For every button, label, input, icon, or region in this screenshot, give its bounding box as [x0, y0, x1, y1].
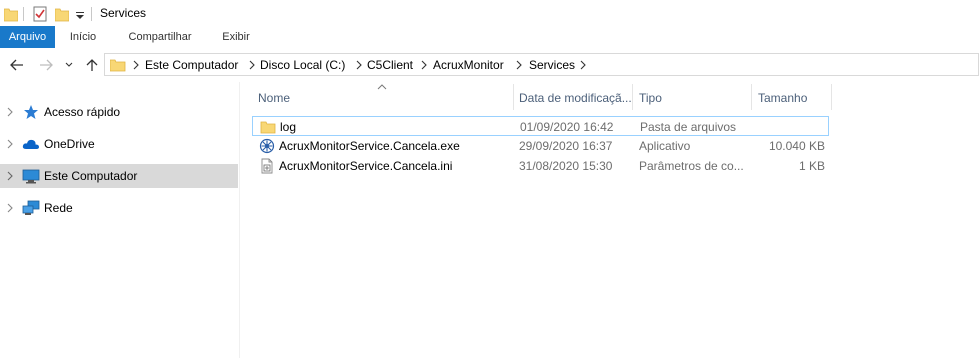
chevron-right-icon[interactable] — [247, 58, 257, 72]
file-type: Parâmetros de co... — [639, 159, 744, 173]
chevron-right-icon[interactable] — [131, 58, 141, 72]
up-arrow-icon[interactable] — [84, 57, 100, 73]
chevron-right-icon[interactable] — [354, 58, 364, 72]
file-size: 10.040 KB — [768, 139, 825, 153]
ini-file-icon — [261, 158, 273, 174]
nav-item-label: Este Computador — [44, 169, 138, 183]
file-date: 29/09/2020 16:37 — [519, 139, 613, 153]
column-divider[interactable] — [831, 84, 832, 110]
breadcrumb-acruxmonitor[interactable]: AcruxMonitor — [433, 58, 504, 72]
tab-exibir[interactable]: Exibir — [214, 26, 258, 48]
cloud-icon — [22, 139, 39, 149]
breadcrumb-este-computador[interactable]: Este Computador — [145, 58, 238, 72]
expand-chevron-icon[interactable] — [5, 202, 15, 214]
file-date: 31/08/2020 15:30 — [519, 159, 613, 173]
column-header-size[interactable]: Tamanho — [752, 86, 832, 110]
computer-icon — [22, 169, 40, 184]
tab-arquivo[interactable]: Arquivo — [0, 26, 55, 48]
separator — [23, 7, 24, 21]
separator — [91, 7, 92, 21]
ribbon-tabs: Arquivo Início Compartilhar Exibir — [0, 26, 979, 49]
nav-item-label: Acesso rápido — [44, 105, 121, 119]
breadcrumb-services[interactable]: Services — [529, 58, 575, 72]
address-bar[interactable]: Este Computador Disco Local (C:) C5Clien… — [104, 53, 979, 76]
chevron-right-icon[interactable] — [578, 58, 588, 72]
recent-locations-chevron-icon[interactable] — [64, 57, 80, 73]
network-icon — [22, 200, 40, 215]
chevron-right-icon[interactable] — [419, 58, 429, 72]
file-name: AcruxMonitorService.Cancela.ini — [279, 159, 453, 173]
properties-icon[interactable] — [33, 6, 47, 22]
column-header-type[interactable]: Tipo — [633, 86, 751, 110]
nav-item-label: Rede — [44, 201, 73, 215]
back-arrow-icon[interactable] — [9, 57, 25, 73]
file-name: log — [280, 120, 297, 134]
customize-toolbar-icon[interactable] — [75, 6, 85, 22]
file-row[interactable]: log 01/09/2020 16:42 Pasta de arquivos — [252, 116, 829, 136]
new-folder-icon[interactable] — [55, 6, 69, 22]
star-icon — [24, 105, 38, 119]
exe-icon — [259, 138, 275, 154]
folder-icon — [110, 59, 126, 72]
column-header-name[interactable]: Nome — [252, 86, 514, 110]
expand-chevron-icon[interactable] — [5, 138, 15, 150]
chevron-right-icon[interactable] — [514, 58, 524, 72]
breadcrumb-c5client[interactable]: C5Client — [367, 58, 413, 72]
folder-icon — [260, 121, 276, 134]
expand-chevron-icon[interactable] — [5, 106, 15, 118]
file-type: Pasta de arquivos — [640, 120, 737, 134]
breadcrumb-disco-local[interactable]: Disco Local (C:) — [260, 58, 345, 72]
file-size: 1 KB — [798, 159, 825, 173]
nav-item-acesso-rapido[interactable]: Acesso rápido — [0, 100, 238, 124]
file-date: 01/09/2020 16:42 — [520, 120, 614, 134]
tab-inicio[interactable]: Início — [62, 26, 104, 48]
window-title: Services — [100, 6, 147, 20]
file-row[interactable]: AcruxMonitorService.Cancela.ini 31/08/20… — [252, 156, 829, 176]
expand-chevron-icon[interactable] — [5, 170, 15, 182]
nav-item-onedrive[interactable]: OneDrive — [0, 132, 238, 156]
pane-divider[interactable] — [239, 82, 240, 358]
title-bar: Services — [0, 0, 979, 28]
file-type: Aplicativo — [639, 139, 691, 153]
nav-item-este-computador[interactable]: Este Computador — [0, 164, 238, 188]
file-name: AcruxMonitorService.Cancela.exe — [279, 139, 460, 153]
forward-arrow-icon[interactable] — [38, 57, 54, 73]
nav-item-rede[interactable]: Rede — [0, 196, 238, 220]
folder-icon — [4, 8, 18, 22]
nav-item-label: OneDrive — [44, 137, 95, 151]
navigation-pane: Acesso rápido OneDrive Este Computador R… — [0, 82, 238, 358]
file-row[interactable]: AcruxMonitorService.Cancela.exe 29/09/20… — [252, 136, 829, 156]
column-header-date[interactable]: Data de modificaçã... — [513, 86, 633, 110]
tab-compartilhar[interactable]: Compartilhar — [118, 26, 202, 48]
